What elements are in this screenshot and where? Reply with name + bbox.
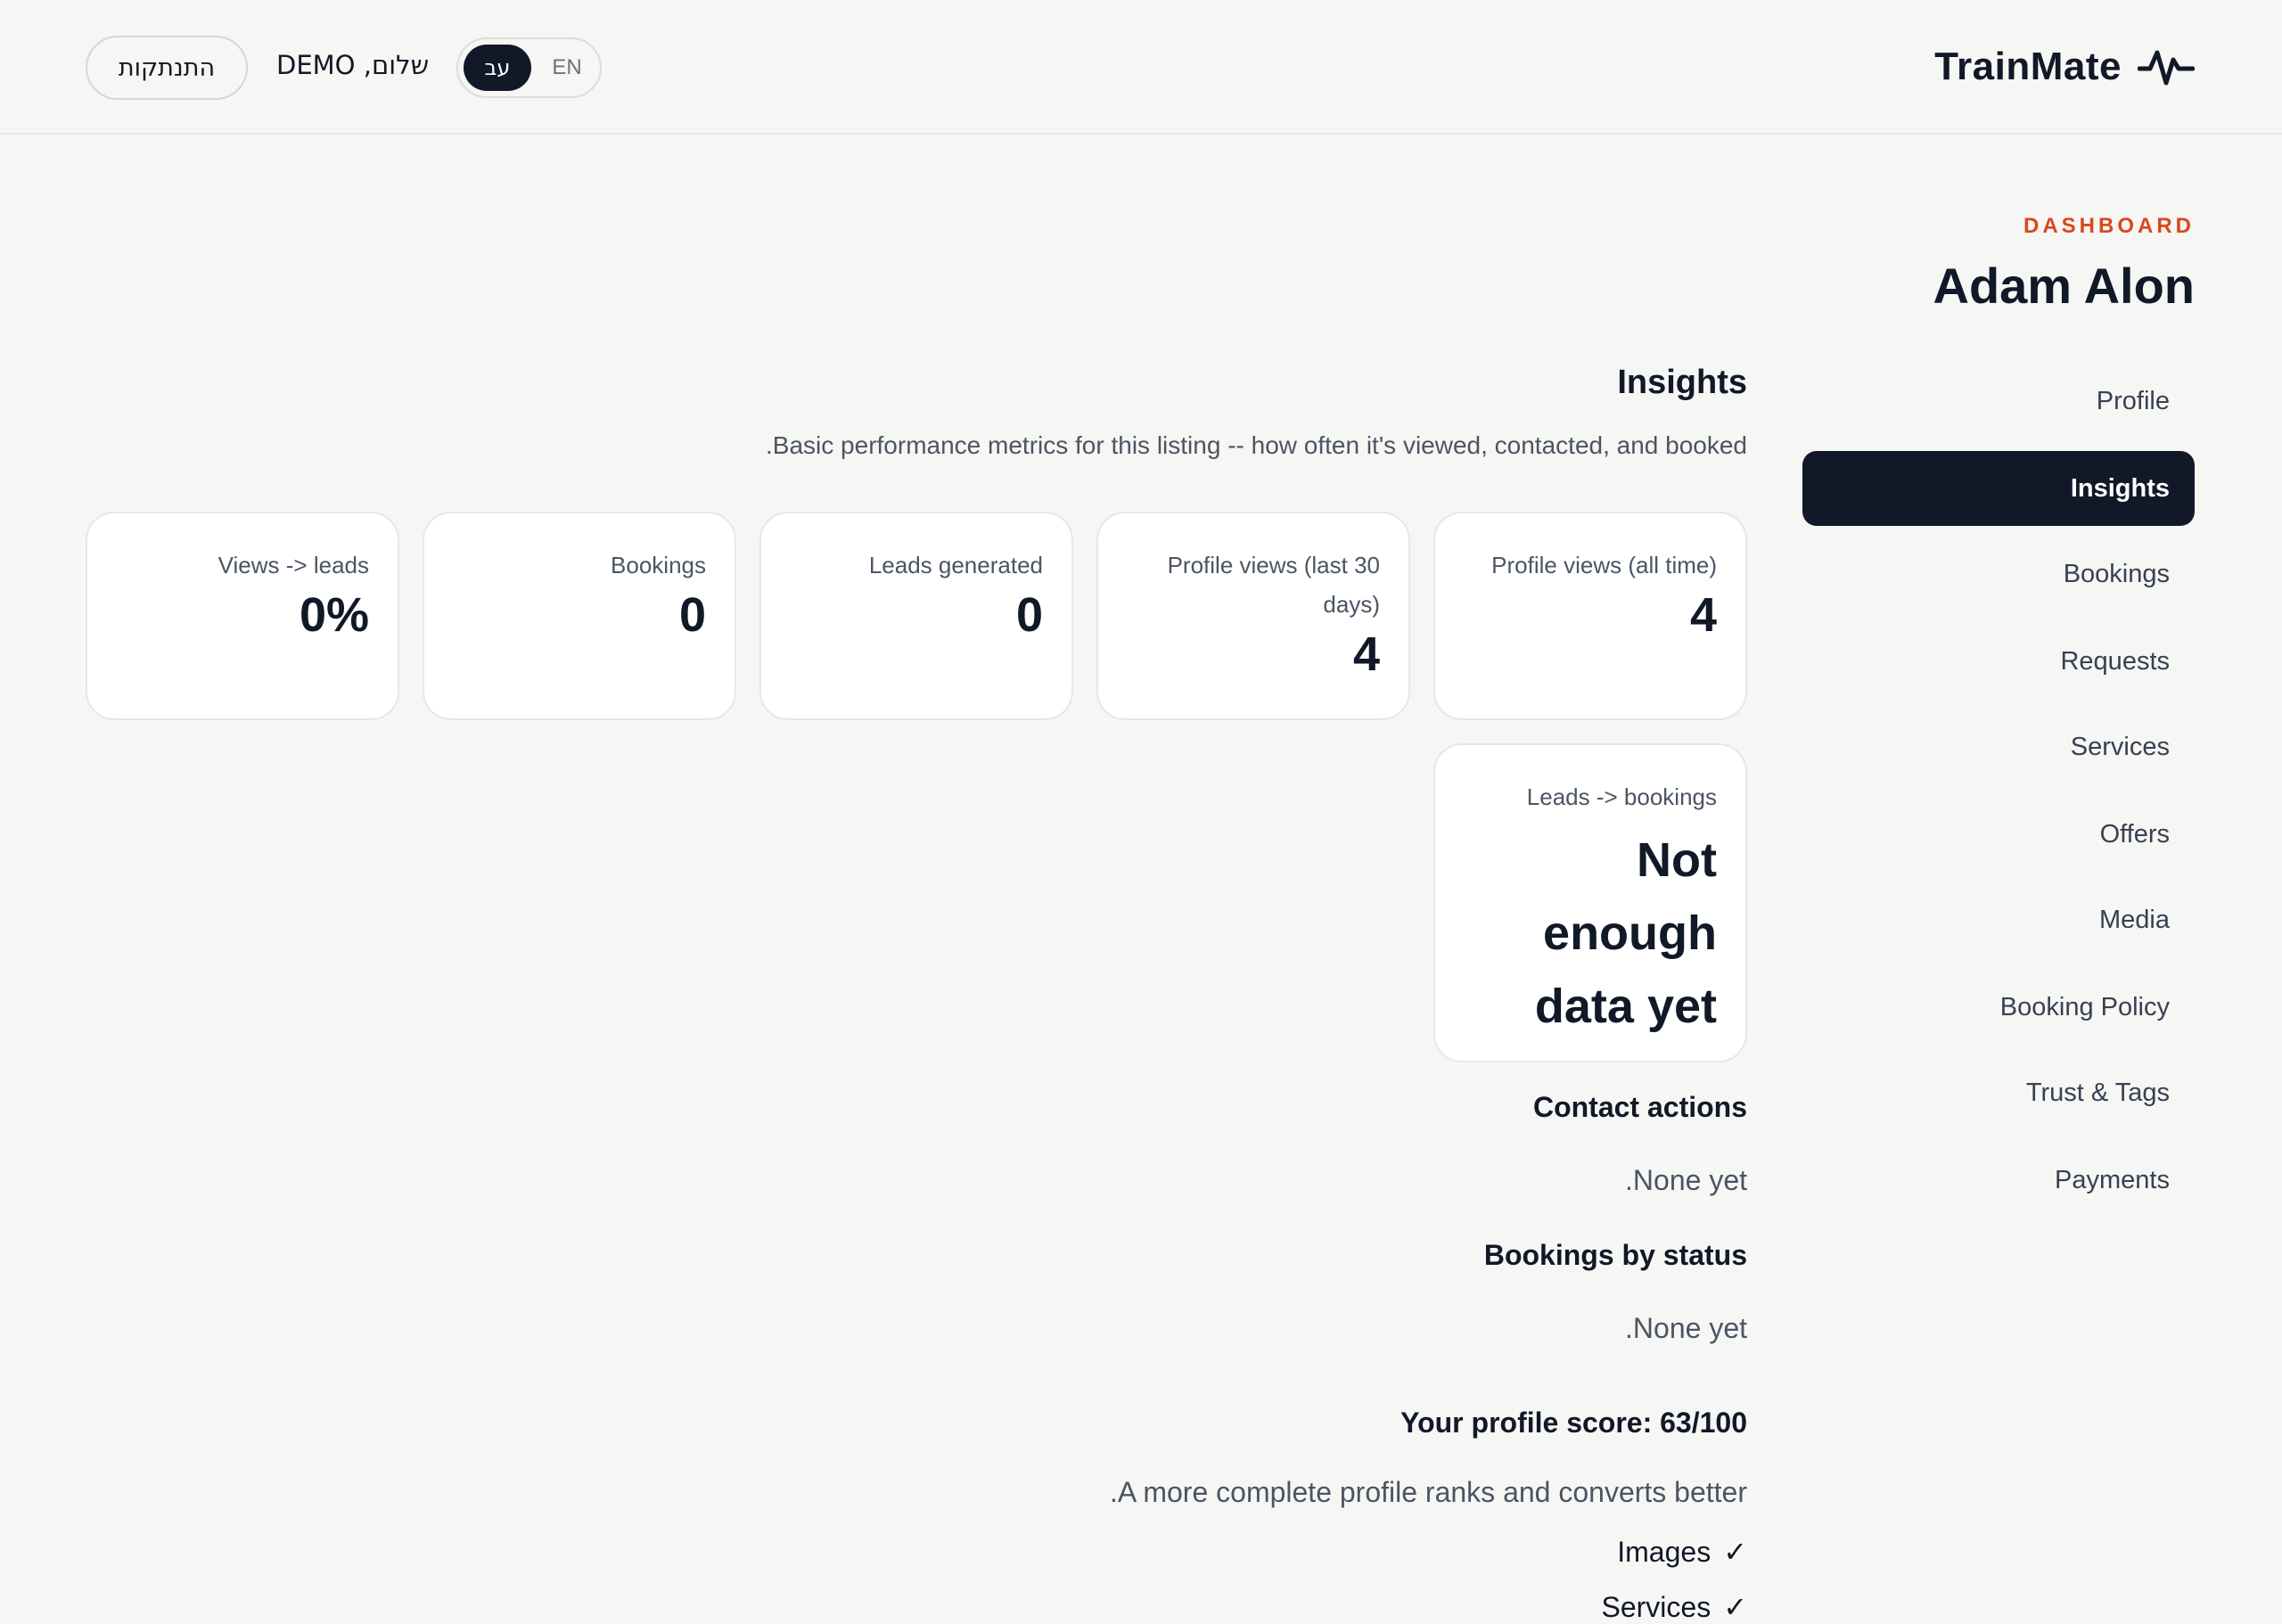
sidebar-item-payments[interactable]: Payments (1802, 1143, 2195, 1218)
metric-card-views-all-time: Profile views (all time) 4 (1433, 512, 1747, 720)
check-icon: ✓ (1723, 1591, 1747, 1623)
sidebar-item-services[interactable]: Services (1802, 709, 2195, 784)
sidebar-item-bookings[interactable]: Bookings (1802, 537, 2195, 611)
sidebar-item-booking-policy[interactable]: Booking Policy (1802, 970, 2195, 1045)
metric-value: Not enough data yet (1534, 833, 1717, 1033)
brand-logo[interactable]: TrainMate (1934, 45, 2195, 89)
sidebar-item-media[interactable]: Media (1802, 882, 2195, 957)
logout-button[interactable]: התנתקות (86, 36, 248, 100)
check-icon: ✓ (1723, 1536, 1747, 1568)
sidebar-item-trust-tags[interactable]: Trust & Tags (1802, 1055, 2195, 1130)
lang-option-english[interactable]: EN (538, 45, 595, 91)
metric-value: 0% (299, 588, 369, 642)
insights-title: Insights (1617, 364, 1747, 401)
pulse-icon (2138, 45, 2195, 88)
checklist-item-services: Services ✓ (1601, 1590, 1747, 1624)
metric-value: 0 (678, 588, 706, 642)
sidebar-kicker: DASHBOARD (2023, 214, 2195, 238)
metric-label: Leads -> bookings (1526, 783, 1717, 810)
contact-actions-title: Contact actions (1532, 1091, 1747, 1123)
metric-card-views-to-leads: Views -> leads 0% (86, 512, 399, 720)
metric-card-views-30-days: Profile views (last 30 days) 4 (1096, 512, 1410, 720)
metric-label: Profile views (all time) (1491, 552, 1717, 578)
metric-label: Leads generated (868, 552, 1043, 578)
sidebar-item-offers[interactable]: Offers (1802, 797, 2195, 872)
checklist-label: Services (1601, 1590, 1712, 1623)
brand-name: TrainMate (1934, 45, 2122, 88)
metric-card-leads: Leads generated 0 (759, 512, 1073, 720)
profile-score-title: Your profile score: 63/100 (1400, 1407, 1747, 1439)
sidebar-item-insights[interactable]: Insights (1802, 451, 2195, 526)
sidebar-item-profile[interactable]: Profile (1802, 364, 2195, 439)
metric-label: Bookings (611, 552, 706, 578)
lang-option-hebrew[interactable]: עב (464, 45, 531, 91)
top-header: TrainMate התנתקות שלום, DEMO עב EN (0, 0, 2282, 135)
trainer-name: Adam Alon (1933, 258, 2195, 314)
profile-score-subtitle: .A more complete profile ranks and conve… (1109, 1476, 1747, 1508)
metric-value: 0 (1015, 588, 1043, 642)
metric-value: 4 (1689, 588, 1717, 642)
contact-actions-empty: .None yet (1625, 1164, 1747, 1196)
user-greeting: שלום, DEMO (276, 50, 430, 80)
sidebar-item-requests[interactable]: Requests (1802, 624, 2195, 699)
metric-card-leads-to-bookings: Leads -> bookings Not enough data yet (1433, 743, 1747, 1062)
dashboard-sidebar: DASHBOARD Adam Alon Profile Insights Boo… (1802, 214, 2195, 1194)
metric-label: Profile views (last 30 days) (1167, 552, 1380, 618)
language-toggle[interactable]: עב EN (456, 37, 602, 98)
metric-value: 4 (1352, 627, 1380, 681)
insights-description: .Basic performance metrics for this list… (766, 431, 1747, 459)
metric-label: Views -> leads (218, 552, 369, 578)
bookings-by-status-empty: .None yet (1625, 1312, 1747, 1344)
bookings-by-status-title: Bookings by status (1483, 1239, 1747, 1271)
checklist-item-images: Images ✓ (1617, 1535, 1747, 1569)
metric-card-bookings: Bookings 0 (423, 512, 736, 720)
checklist-label: Images (1617, 1535, 1712, 1568)
